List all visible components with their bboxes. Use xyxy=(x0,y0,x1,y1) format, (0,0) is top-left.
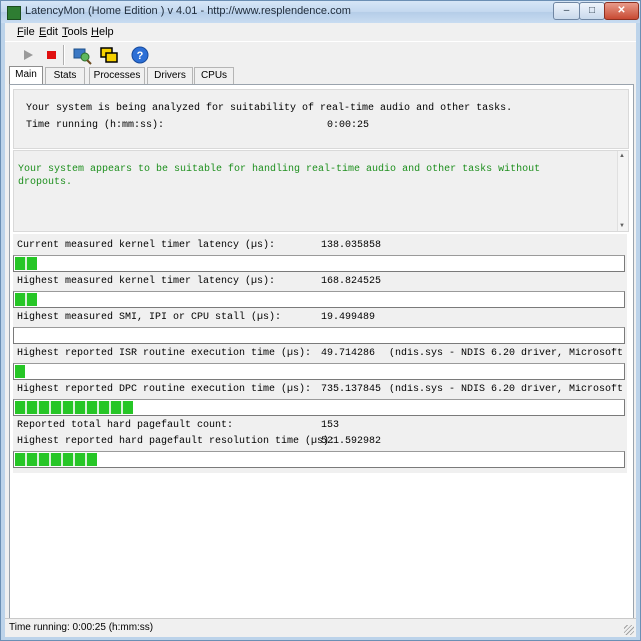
status-bar: Time running: 0:00:25 (h:mm:ss) xyxy=(5,618,636,637)
metric-label: Highest reported ISR routine execution t… xyxy=(17,348,312,359)
metrics-panel: Current measured kernel timer latency (µ… xyxy=(13,234,627,473)
metric-value: 49.714286 xyxy=(321,348,376,359)
tab-processes[interactable]: Processes xyxy=(89,67,145,84)
metric-bar-fill xyxy=(15,365,25,378)
menu-file-label: File xyxy=(17,26,35,38)
verdict-scrollbar[interactable]: ▲ ▼ xyxy=(617,151,628,231)
menu-help[interactable]: Help xyxy=(91,26,114,38)
process-search-icon xyxy=(73,48,92,65)
metric-bar xyxy=(13,399,625,416)
menu-tools[interactable]: Tools xyxy=(62,26,88,38)
metric-bar-fill xyxy=(15,293,37,306)
metric-value: 168.824525 xyxy=(321,276,382,287)
latencymon-window: LatencyMon (Home Edition ) v 4.01 - http… xyxy=(0,0,641,641)
metric-value: 735.137845 xyxy=(321,384,382,395)
status-text: Time running: 0:00:25 (h:mm:ss) xyxy=(9,622,154,633)
metric-value: 521.592982 xyxy=(321,436,382,447)
close-button[interactable]: ✕ xyxy=(604,2,639,20)
metric-bar xyxy=(13,327,625,344)
metric-label: Highest reported hard pagefault resoluti… xyxy=(17,436,336,447)
tab-stats[interactable]: Stats xyxy=(45,67,85,84)
start-button[interactable] xyxy=(17,45,39,65)
time-running-label: Time running (h:mm:ss): xyxy=(26,120,165,131)
title-bar[interactable]: LatencyMon (Home Edition ) v 4.01 - http… xyxy=(1,1,640,23)
time-running-value: 0:00:25 xyxy=(327,120,370,131)
metric-bar-fill xyxy=(15,453,97,466)
scroll-down-icon[interactable]: ▼ xyxy=(619,223,625,229)
main-tab-content: Your system is being analyzed for suitab… xyxy=(9,84,634,631)
toolbar: ? xyxy=(5,41,636,68)
metric-label: Reported total hard pagefault count: xyxy=(17,420,234,431)
metric-label: Highest measured SMI, IPI or CPU stall (… xyxy=(17,312,282,323)
scroll-up-icon[interactable]: ▲ xyxy=(619,153,625,159)
maximize-button[interactable]: □ xyxy=(579,2,605,20)
metric-value: 138.035858 xyxy=(321,240,382,251)
metric-bar xyxy=(13,451,625,468)
metric-value: 19.499489 xyxy=(321,312,376,323)
help-glyph: ? xyxy=(137,50,144,62)
metric-bar xyxy=(13,363,625,380)
help-icon: ? xyxy=(131,46,149,64)
windows-button[interactable] xyxy=(98,45,120,65)
metric-driver-info: (ndis.sys - NDIS 6.20 driver, Microsoft … xyxy=(389,384,625,395)
metric-bar-fill xyxy=(15,401,133,414)
metric-label: Highest measured kernel timer latency (µ… xyxy=(17,276,276,287)
toolbar-separator xyxy=(63,45,65,65)
verdict-panel: Your system appears to be suitable for h… xyxy=(13,150,629,232)
menu-file[interactable]: File xyxy=(17,26,35,38)
menu-bar: File Edit Tools Help xyxy=(5,23,636,41)
tab-drivers[interactable]: Drivers xyxy=(147,67,193,84)
menu-edit[interactable]: Edit xyxy=(39,26,58,38)
analysis-panel: Your system is being analyzed for suitab… xyxy=(13,89,629,149)
analysis-line: Your system is being analyzed for suitab… xyxy=(26,103,513,114)
app-icon xyxy=(7,6,21,20)
metric-label: Current measured kernel timer latency (µ… xyxy=(17,240,276,251)
tab-cpus[interactable]: CPUs xyxy=(194,67,234,84)
metric-value: 153 xyxy=(321,420,340,431)
menu-help-label: Help xyxy=(91,26,114,38)
window-title: LatencyMon (Home Edition ) v 4.01 - http… xyxy=(25,5,351,17)
windows-icon xyxy=(100,47,118,63)
metric-bar xyxy=(13,291,625,308)
process-button[interactable] xyxy=(71,45,93,65)
metric-driver-info: (ndis.sys - NDIS 6.20 driver, Microsoft … xyxy=(389,348,625,359)
resize-grip-icon[interactable] xyxy=(624,625,634,635)
help-button[interactable]: ? xyxy=(129,45,151,65)
play-icon xyxy=(24,50,33,60)
client-area: File Edit Tools Help ? Main Stats Proces… xyxy=(5,23,636,637)
metric-label: Highest reported DPC routine execution t… xyxy=(17,384,312,395)
menu-tools-label: Tools xyxy=(62,26,88,38)
metric-bar xyxy=(13,255,625,272)
verdict-message: Your system appears to be suitable for h… xyxy=(18,164,541,188)
stop-button[interactable] xyxy=(41,45,63,65)
stop-icon xyxy=(47,51,56,59)
tab-main[interactable]: Main xyxy=(9,66,43,85)
menu-edit-label: Edit xyxy=(39,26,58,38)
minimize-button[interactable]: – xyxy=(553,2,580,20)
metric-bar-fill xyxy=(15,257,37,270)
tab-strip: Main Stats Processes Drivers CPUs xyxy=(5,66,636,85)
